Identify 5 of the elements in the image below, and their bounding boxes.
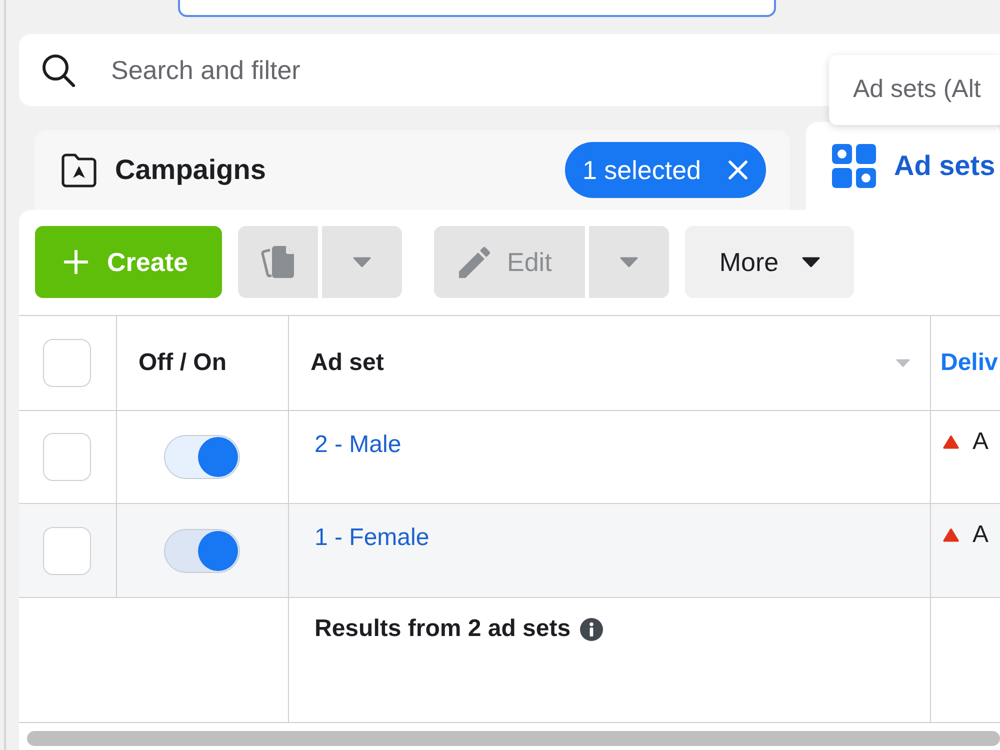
selection-count: 1 selected xyxy=(582,154,701,186)
results-summary: Results from 2 ad sets xyxy=(314,614,571,644)
delivery-status: A xyxy=(972,427,989,457)
tooltip: Ad sets (Alt xyxy=(829,55,1000,125)
delivery-status: A xyxy=(972,520,989,550)
